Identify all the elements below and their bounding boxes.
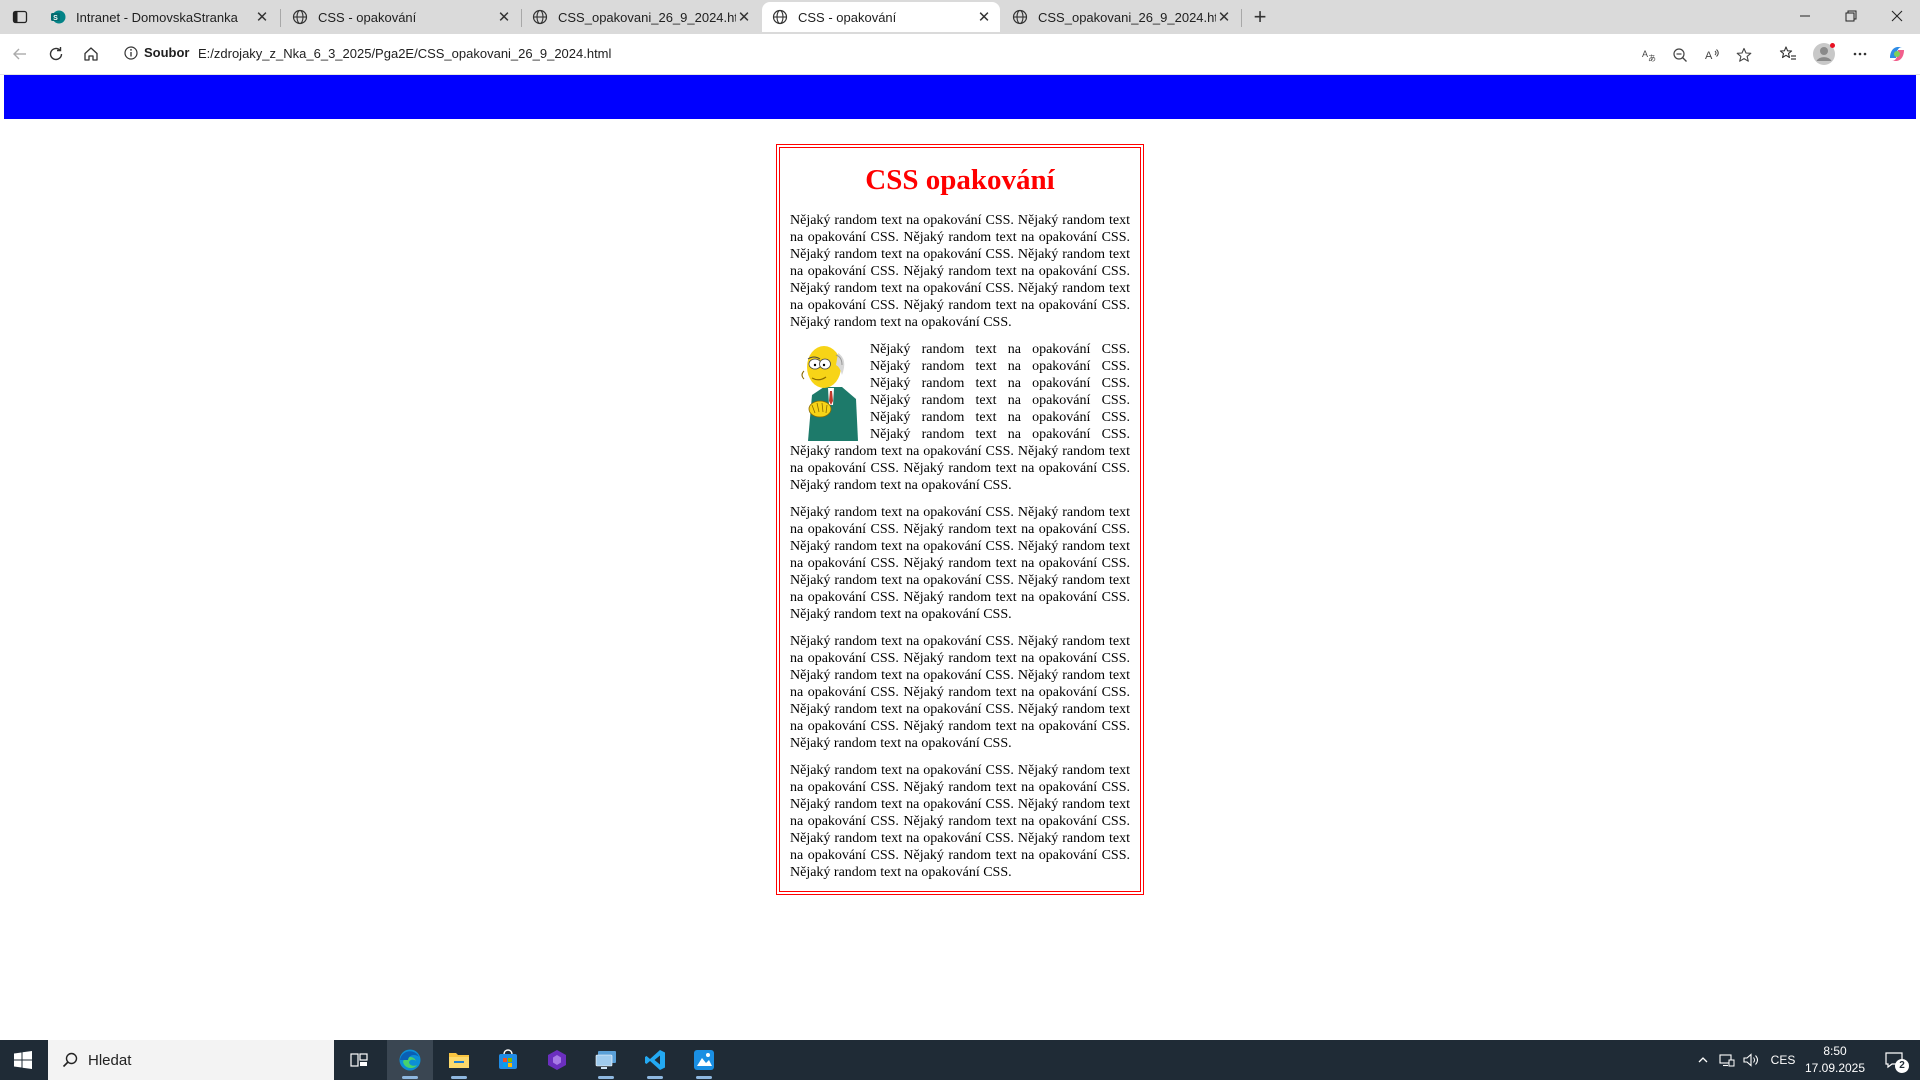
profile-avatar[interactable]: [1810, 40, 1838, 68]
home-icon[interactable]: [77, 40, 105, 68]
svg-text:あ: あ: [1648, 54, 1656, 63]
screen: S Intranet - DomovskaStranka ✕ CSS - opa…: [0, 0, 1920, 1080]
tab-title: CSS - opakování: [318, 9, 417, 25]
volume-icon[interactable]: [1740, 1040, 1762, 1080]
tab-divider: [280, 9, 281, 27]
paint-icon[interactable]: [681, 1040, 727, 1080]
svg-text:S: S: [53, 15, 58, 22]
notification-count: 2: [1895, 1059, 1909, 1073]
globe-icon: [292, 9, 308, 25]
more-options-icon[interactable]: [1846, 40, 1874, 68]
cartoon-character-icon: [794, 341, 858, 441]
tab-css-html-1[interactable]: CSS_opakovani_26_9_2024.html ✕: [522, 2, 760, 32]
vscode-icon[interactable]: [632, 1040, 678, 1080]
tab-css-opakovani-active[interactable]: CSS - opakování ✕: [762, 2, 1000, 32]
tab-intranet[interactable]: S Intranet - DomovskaStranka ✕: [40, 2, 278, 32]
clock[interactable]: 8:50 17.09.2025: [1800, 1043, 1870, 1077]
copilot-icon[interactable]: [1883, 40, 1911, 68]
file-explorer-icon[interactable]: [436, 1040, 482, 1080]
store-icon[interactable]: [485, 1040, 531, 1080]
sharepoint-icon: S: [50, 9, 66, 25]
paragraph-3: Nějaký random text na opakování CSS. Něj…: [790, 505, 1130, 622]
close-icon[interactable]: ✕: [1216, 9, 1232, 26]
search-placeholder: Hledat: [88, 1051, 132, 1069]
tab-actions-icon[interactable]: [8, 6, 32, 28]
favorite-star-icon[interactable]: [1735, 46, 1753, 64]
page-header-bar: [4, 75, 1916, 119]
paragraph-5: Nějaký random text na opakování CSS. Něj…: [790, 763, 1130, 880]
page-title: CSS opakování: [865, 164, 1055, 196]
active-indicator: [402, 1076, 418, 1079]
language-indicator[interactable]: CES: [1766, 1040, 1800, 1080]
remote-desktop-icon[interactable]: [583, 1040, 629, 1080]
svg-text:A: A: [1705, 50, 1713, 62]
search-icon: [62, 1052, 78, 1068]
close-icon[interactable]: ✕: [254, 9, 270, 26]
tab-css-opakovani-1[interactable]: CSS - opakování ✕: [282, 2, 520, 32]
read-aloud-icon[interactable]: A: [1703, 46, 1721, 64]
zoom-out-icon[interactable]: [1671, 46, 1689, 64]
site-info-button[interactable]: Soubor: [124, 45, 190, 60]
close-window-icon[interactable]: [1874, 0, 1920, 32]
paragraph-1: Nějaký random text na opakování CSS. Něj…: [790, 213, 1130, 330]
clock-date: 17.09.2025: [1804, 1061, 1866, 1075]
new-tab-button[interactable]: +: [1247, 4, 1273, 30]
close-icon[interactable]: ✕: [496, 9, 512, 26]
tab-title: CSS_opakovani_26_9_2024.html: [1038, 9, 1216, 25]
visual-studio-icon[interactable]: [534, 1040, 580, 1080]
close-icon[interactable]: ✕: [976, 9, 992, 26]
favorites-icon[interactable]: [1774, 40, 1802, 68]
tab-title: Intranet - DomovskaStranka: [76, 9, 238, 25]
minimize-icon[interactable]: [1782, 0, 1828, 32]
site-info-label: Soubor: [144, 45, 190, 60]
paragraph-4: Nějaký random text na opakování CSS. Něj…: [790, 634, 1130, 751]
taskbar-search[interactable]: Hledat: [48, 1040, 334, 1080]
edge-icon[interactable]: [387, 1040, 433, 1080]
active-indicator: [696, 1076, 712, 1079]
tab-title: CSS_opakovani_26_9_2024.html: [558, 9, 736, 25]
info-icon: [124, 45, 138, 60]
active-indicator: [598, 1076, 614, 1079]
active-indicator: [647, 1076, 663, 1079]
address-bar[interactable]: Soubor E:/zdrojaky_z_Nka_6_3_2025/Pga2E/…: [116, 39, 1756, 69]
back-icon[interactable]: [6, 40, 34, 68]
clock-time: 8:50: [1823, 1044, 1847, 1058]
tab-css-html-2[interactable]: CSS_opakovani_26_9_2024.html ✕: [1002, 2, 1240, 32]
paragraph-2: Nějaký random text na opakování CSS. Něj…: [790, 341, 1130, 494]
notification-icon[interactable]: 2: [1876, 1040, 1912, 1080]
globe-icon: [772, 9, 788, 25]
restore-icon[interactable]: [1828, 0, 1874, 32]
content-box: CSS opakování Nějaký random text na opak…: [776, 144, 1144, 895]
tab-strip: S Intranet - DomovskaStranka ✕ CSS - opa…: [0, 0, 1920, 34]
web-page: CSS opakování Nějaký random text na opak…: [0, 75, 1920, 1037]
reload-icon[interactable]: [42, 40, 70, 68]
translate-icon[interactable]: Aあ: [1640, 46, 1658, 64]
active-indicator: [451, 1076, 467, 1079]
close-icon[interactable]: ✕: [736, 9, 752, 26]
tab-title: CSS - opakování: [798, 9, 897, 25]
browser-toolbar: Soubor E:/zdrojaky_z_Nka_6_3_2025/Pga2E/…: [0, 34, 1920, 75]
taskbar: Hledat CES 8:50 17.09.2025 2: [0, 1040, 1920, 1080]
tab-divider: [1241, 9, 1242, 27]
url-text[interactable]: E:/zdrojaky_z_Nka_6_3_2025/Pga2E/CSS_opa…: [198, 46, 611, 61]
globe-icon: [1012, 9, 1028, 25]
task-view-icon[interactable]: [336, 1040, 382, 1080]
chevron-up-icon[interactable]: [1692, 1040, 1714, 1080]
network-icon[interactable]: [1716, 1040, 1738, 1080]
globe-icon: [532, 9, 548, 25]
windows-start-icon[interactable]: [0, 1040, 46, 1080]
